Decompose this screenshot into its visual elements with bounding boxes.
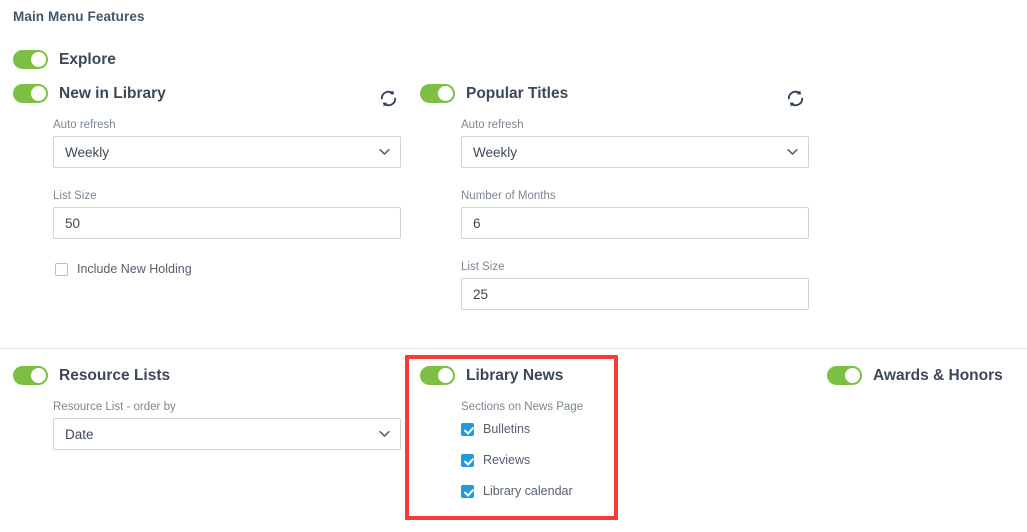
section-divider xyxy=(0,348,1027,349)
toggle-knob xyxy=(31,86,46,101)
popular-titles-list-size-input[interactable] xyxy=(461,278,809,310)
new-in-library-auto-refresh-field: Auto refresh Weekly xyxy=(53,119,401,168)
toggle-awards-honors[interactable] xyxy=(827,366,862,385)
new-in-library-list-size-field: List Size xyxy=(53,190,401,239)
popular-titles-list-size-field: List Size xyxy=(461,261,809,310)
toggle-knob xyxy=(438,368,453,383)
toggle-explore[interactable] xyxy=(13,50,48,69)
resource-list-order-by-label: Resource List - order by xyxy=(53,401,176,413)
popular-titles-auto-refresh-label: Auto refresh xyxy=(461,119,524,131)
feature-popular-titles-label: Popular Titles xyxy=(466,84,569,102)
toggle-knob xyxy=(845,368,860,383)
new-in-library-auto-refresh-label: Auto refresh xyxy=(53,119,116,131)
popular-titles-auto-refresh-field: Auto refresh Weekly xyxy=(461,119,809,168)
reviews-checkbox[interactable] xyxy=(461,453,474,467)
new-in-library-list-size-label: List Size xyxy=(53,190,97,202)
popular-titles-auto-refresh-select[interactable]: Weekly xyxy=(461,136,809,168)
toggle-new-in-library[interactable] xyxy=(13,84,48,103)
new-in-library-auto-refresh-select-wrap: Weekly xyxy=(53,136,401,168)
library-news-sections-group: Sections on News Page Bulletins Reviews … xyxy=(461,401,583,498)
popular-titles-number-of-months-label: Number of Months xyxy=(461,190,556,202)
resource-list-order-by-select[interactable]: Date xyxy=(53,418,401,450)
feature-resource-lists: Resource Lists xyxy=(13,366,170,385)
new-in-library-auto-refresh-select[interactable]: Weekly xyxy=(53,136,401,168)
refresh-icon[interactable] xyxy=(379,89,398,108)
toggle-knob xyxy=(31,368,46,383)
toggle-resource-lists[interactable] xyxy=(13,366,48,385)
feature-awards-honors: Awards & Honors xyxy=(827,366,1003,385)
library-news-section-bulletins[interactable]: Bulletins xyxy=(461,422,583,436)
feature-library-news-label: Library News xyxy=(466,366,564,384)
feature-library-news: Library News xyxy=(420,366,563,385)
resource-list-order-by-field: Resource List - order by Date xyxy=(53,401,401,450)
resource-list-order-by-select-wrap: Date xyxy=(53,418,401,450)
popular-titles-number-of-months-field: Number of Months xyxy=(461,190,809,239)
main-menu-features-panel: Main Menu Features Explore New in Librar… xyxy=(0,0,1027,532)
toggle-knob xyxy=(31,52,46,67)
bulletins-label: Bulletins xyxy=(483,422,531,436)
feature-new-in-library: New in Library xyxy=(13,84,166,103)
reviews-label: Reviews xyxy=(483,453,531,467)
refresh-icon[interactable] xyxy=(786,89,805,108)
library-news-section-library-calendar[interactable]: Library calendar xyxy=(461,484,583,498)
toggle-knob xyxy=(438,86,453,101)
feature-new-in-library-label: New in Library xyxy=(59,84,166,102)
include-new-holding-label: Include New Holding xyxy=(77,262,192,276)
new-in-library-list-size-input[interactable] xyxy=(53,207,401,239)
feature-popular-titles: Popular Titles xyxy=(420,84,568,103)
feature-explore: Explore xyxy=(13,50,116,69)
bulletins-checkbox[interactable] xyxy=(461,422,474,436)
feature-explore-label: Explore xyxy=(59,50,116,68)
library-news-section-reviews[interactable]: Reviews xyxy=(461,453,583,467)
page-title: Main Menu Features xyxy=(13,9,145,24)
library-calendar-checkbox[interactable] xyxy=(461,484,474,498)
include-new-holding-checkbox-row[interactable]: Include New Holding xyxy=(55,262,192,276)
toggle-library-news[interactable] xyxy=(420,366,455,385)
popular-titles-auto-refresh-select-wrap: Weekly xyxy=(461,136,809,168)
popular-titles-number-of-months-input[interactable] xyxy=(461,207,809,239)
feature-awards-honors-label: Awards & Honors xyxy=(873,366,1003,384)
library-calendar-label: Library calendar xyxy=(483,484,573,498)
include-new-holding-checkbox[interactable] xyxy=(55,262,68,276)
library-news-sections-label: Sections on News Page xyxy=(461,401,584,413)
toggle-popular-titles[interactable] xyxy=(420,84,455,103)
popular-titles-list-size-label: List Size xyxy=(461,261,505,273)
feature-resource-lists-label: Resource Lists xyxy=(59,366,171,384)
